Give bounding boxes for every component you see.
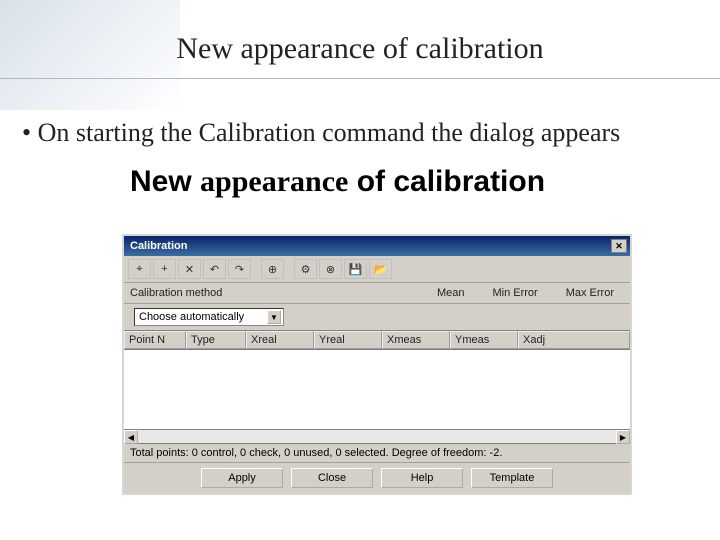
col-yreal[interactable]: Yreal [314, 331, 382, 349]
col-type[interactable]: Type [186, 331, 246, 349]
gear-icon[interactable]: ⚙ [294, 259, 317, 279]
toolbar-separator [253, 259, 259, 279]
scroll-track[interactable] [138, 430, 616, 443]
slide-bullet-text: • On starting the Calibration command th… [22, 118, 620, 148]
sub-heading-pre: New [130, 165, 200, 198]
max-error-label: Max Error [566, 287, 614, 299]
scroll-left-icon[interactable]: ◀ [124, 430, 138, 444]
method-dropdown-row: Choose automatically ▼ [124, 304, 630, 331]
calibration-method-select[interactable]: Choose automatically ▼ [134, 308, 284, 326]
close-icon[interactable]: ✕ [611, 239, 627, 253]
dialog-titlebar[interactable]: Calibration ✕ [124, 236, 630, 256]
col-xmeas[interactable]: Xmeas [382, 331, 450, 349]
error-stats-labels: Mean Min Error Max Error [437, 287, 624, 299]
toolbar-separator [286, 259, 292, 279]
col-point-n[interactable]: Point N [124, 331, 186, 349]
delete-point-icon[interactable]: ✕ [178, 259, 201, 279]
col-ymeas[interactable]: Ymeas [450, 331, 518, 349]
dialog-toolbar: ⌖ + ✕ ↶ ↷ ⊕ ⚙ ⊗ 💾 📂 [124, 256, 630, 283]
col-xreal[interactable]: Xreal [246, 331, 314, 349]
horizontal-scrollbar[interactable]: ◀ ▶ [124, 430, 630, 444]
scroll-right-icon[interactable]: ▶ [616, 430, 630, 444]
save-icon[interactable]: 💾 [344, 259, 367, 279]
apply-button[interactable]: Apply [201, 468, 283, 488]
sub-heading-post: of calibration [348, 165, 545, 198]
zoom-icon[interactable]: ⊕ [261, 259, 284, 279]
points-table-header: Point N Type Xreal Yreal Xmeas Ymeas Xad… [124, 331, 630, 350]
slide-title: New appearance of calibration [0, 32, 720, 66]
method-label: Calibration method [130, 287, 222, 299]
col-xadj[interactable]: Xadj [518, 331, 630, 349]
sub-heading-mid: appearance [200, 165, 348, 198]
target-icon[interactable]: ⌖ [128, 259, 151, 279]
title-underline [0, 78, 720, 79]
undo-icon[interactable]: ↶ [203, 259, 226, 279]
calibration-dialog: Calibration ✕ ⌖ + ✕ ↶ ↷ ⊕ ⚙ ⊗ 💾 📂 Calibr… [122, 234, 632, 495]
clear-icon[interactable]: ⊗ [319, 259, 342, 279]
chevron-down-icon[interactable]: ▼ [267, 310, 281, 324]
open-icon[interactable]: 📂 [369, 259, 392, 279]
method-row: Calibration method Mean Min Error Max Er… [124, 283, 630, 304]
min-error-label: Min Error [492, 287, 537, 299]
help-button[interactable]: Help [381, 468, 463, 488]
mean-label: Mean [437, 287, 465, 299]
points-table-body[interactable] [124, 350, 630, 430]
dialog-button-row: Apply Close Help Template [124, 463, 630, 493]
dialog-title-text: Calibration [130, 240, 187, 252]
status-text: Total points: 0 control, 0 check, 0 unus… [124, 444, 630, 463]
template-button[interactable]: Template [471, 468, 553, 488]
close-button[interactable]: Close [291, 468, 373, 488]
redo-icon[interactable]: ↷ [228, 259, 251, 279]
add-point-icon[interactable]: + [153, 259, 176, 279]
slide-sub-heading: New appearance of calibration [130, 165, 545, 199]
calibration-method-value: Choose automatically [139, 311, 244, 323]
